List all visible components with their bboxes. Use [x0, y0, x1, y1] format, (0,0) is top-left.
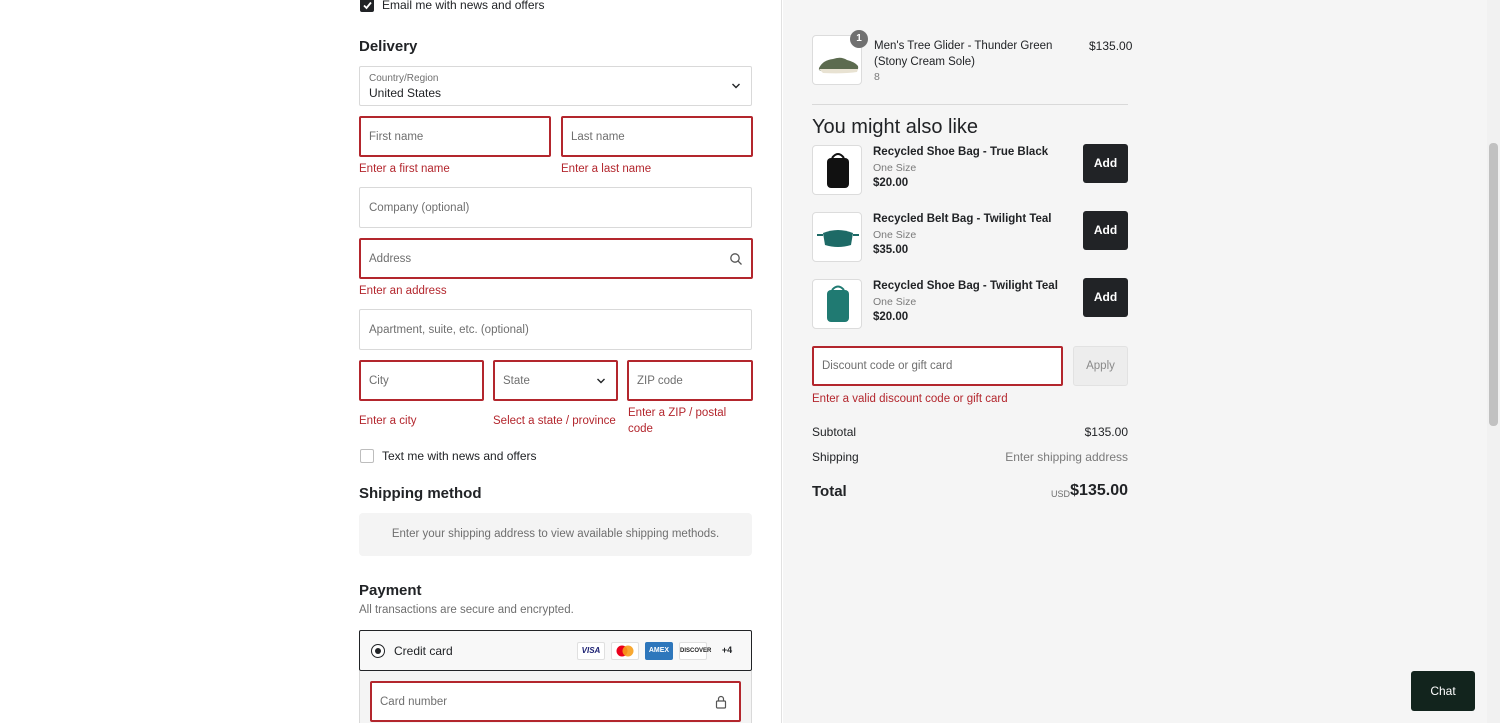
upsell-item-title: Recycled Shoe Bag - True Black [873, 146, 1049, 158]
apartment-placeholder: Apartment, suite, etc. (optional) [369, 323, 529, 336]
upsell-item-price: $20.00 [873, 177, 909, 189]
company-field[interactable]: Company (optional) [359, 187, 752, 228]
scrollbar-thumb[interactable] [1489, 143, 1498, 426]
subtotal-label: Subtotal [812, 425, 857, 439]
delivery-heading: Delivery [359, 38, 418, 55]
country-select[interactable]: Country/Region United States [359, 66, 752, 106]
subtotal-value: $135.00 [1084, 425, 1128, 439]
apartment-field[interactable]: Apartment, suite, etc. (optional) [359, 309, 752, 350]
country-value: United States [369, 86, 442, 100]
first-name-field[interactable]: First name [359, 116, 551, 157]
card-number-placeholder: Card number [380, 695, 448, 708]
apply-discount-button[interactable]: Apply [1073, 346, 1128, 386]
company-placeholder: Company (optional) [369, 201, 470, 214]
credit-card-option[interactable]: Credit card VISA AMEX DISCOVER +4 [359, 630, 752, 671]
sms-opt-in-checkbox[interactable] [360, 449, 374, 463]
upsell-add-button[interactable]: Add [1083, 144, 1128, 183]
bag-icon [827, 153, 849, 188]
discount-code-field[interactable]: Discount code or gift card [812, 346, 1063, 386]
upsell-item-title: Recycled Belt Bag - Twilight Teal [873, 213, 1052, 225]
card-details-panel: Card number [359, 671, 752, 723]
discount-error: Enter a valid discount code or gift card [812, 393, 1008, 405]
credit-card-label: Credit card [394, 644, 453, 658]
upsell-item-size: One Size [873, 229, 917, 241]
bag-icon [827, 285, 849, 322]
total-label: Total [812, 483, 847, 500]
state-error: Select a state / province [493, 415, 616, 427]
cart-item-price: $135.00 [1089, 39, 1133, 53]
shipping-method-notice: Enter your shipping address to view avai… [359, 513, 752, 556]
search-icon [730, 253, 742, 265]
shipping-method-heading: Shipping method [359, 485, 482, 502]
zip-field[interactable]: ZIP code [627, 360, 753, 401]
city-error: Enter a city [359, 415, 417, 427]
visa-icon: VISA [577, 642, 605, 660]
payment-heading: Payment [359, 582, 422, 599]
more-brands-badge: +4 [721, 645, 733, 655]
total-value: $135.00 [1070, 482, 1128, 499]
upsell-add-button[interactable]: Add [1083, 211, 1128, 250]
first-name-error: Enter a first name [359, 163, 450, 175]
upsell-item-image [812, 145, 862, 195]
card-number-field[interactable]: Card number [370, 681, 741, 722]
mastercard-icon [611, 642, 639, 660]
belt-bag-icon [817, 230, 859, 247]
last-name-error: Enter a last name [561, 163, 652, 175]
address-placeholder: Address [369, 252, 412, 265]
shipping-value: Enter shipping address [1005, 450, 1128, 464]
upsell-item-size: One Size [873, 162, 917, 174]
upsell-item-image [812, 279, 862, 329]
payment-subtitle: All transactions are secure and encrypte… [359, 604, 574, 616]
discount-code-placeholder: Discount code or gift card [822, 360, 953, 372]
checkout-form-column: Email me with news and offers Delivery C… [0, 0, 782, 723]
upsell-item-price: $20.00 [873, 311, 909, 323]
shipping-label: Shipping [812, 450, 859, 464]
chevron-down-icon [732, 83, 740, 89]
cart-item-quantity-badge: 1 [850, 30, 868, 48]
last-name-placeholder: Last name [571, 130, 625, 143]
amex-icon: AMEX [645, 642, 673, 660]
address-field[interactable]: Address [359, 238, 753, 279]
first-name-placeholder: First name [369, 130, 424, 143]
last-name-field[interactable]: Last name [561, 116, 753, 157]
credit-card-radio[interactable] [371, 644, 385, 658]
upsell-add-button[interactable]: Add [1083, 278, 1128, 317]
sms-opt-in-label: Text me with news and offers [382, 449, 537, 463]
discover-icon: DISCOVER [679, 642, 711, 660]
upsell-item-title: Recycled Shoe Bag - Twilight Teal [873, 280, 1058, 292]
upsell-item-price: $35.00 [873, 244, 909, 256]
chat-button[interactable]: Chat [1411, 671, 1475, 711]
lock-icon [715, 695, 727, 709]
checkmark-icon [363, 1, 372, 10]
chevron-down-icon [597, 378, 605, 384]
city-placeholder: City [369, 374, 389, 387]
upsell-item-size: One Size [873, 296, 917, 308]
upsell-heading: You might also like [812, 116, 979, 138]
page-scrollbar[interactable] [1487, 0, 1500, 723]
upsell-item-image [812, 212, 862, 262]
cart-item-title: Men's Tree Glider - Thunder Green (Stony… [874, 40, 1053, 68]
cart-item-variant: 8 [874, 71, 880, 83]
divider [812, 104, 1128, 105]
state-select[interactable]: State [493, 360, 618, 401]
country-label: Country/Region [369, 73, 439, 84]
email-opt-in-checkbox[interactable] [360, 0, 374, 12]
city-field[interactable]: City [359, 360, 484, 401]
address-error: Enter an address [359, 285, 447, 297]
email-opt-in-label: Email me with news and offers [382, 0, 545, 12]
zip-error: Enter a ZIP / postal code [628, 407, 727, 435]
state-placeholder: State [503, 374, 530, 387]
zip-placeholder: ZIP code [637, 374, 683, 387]
